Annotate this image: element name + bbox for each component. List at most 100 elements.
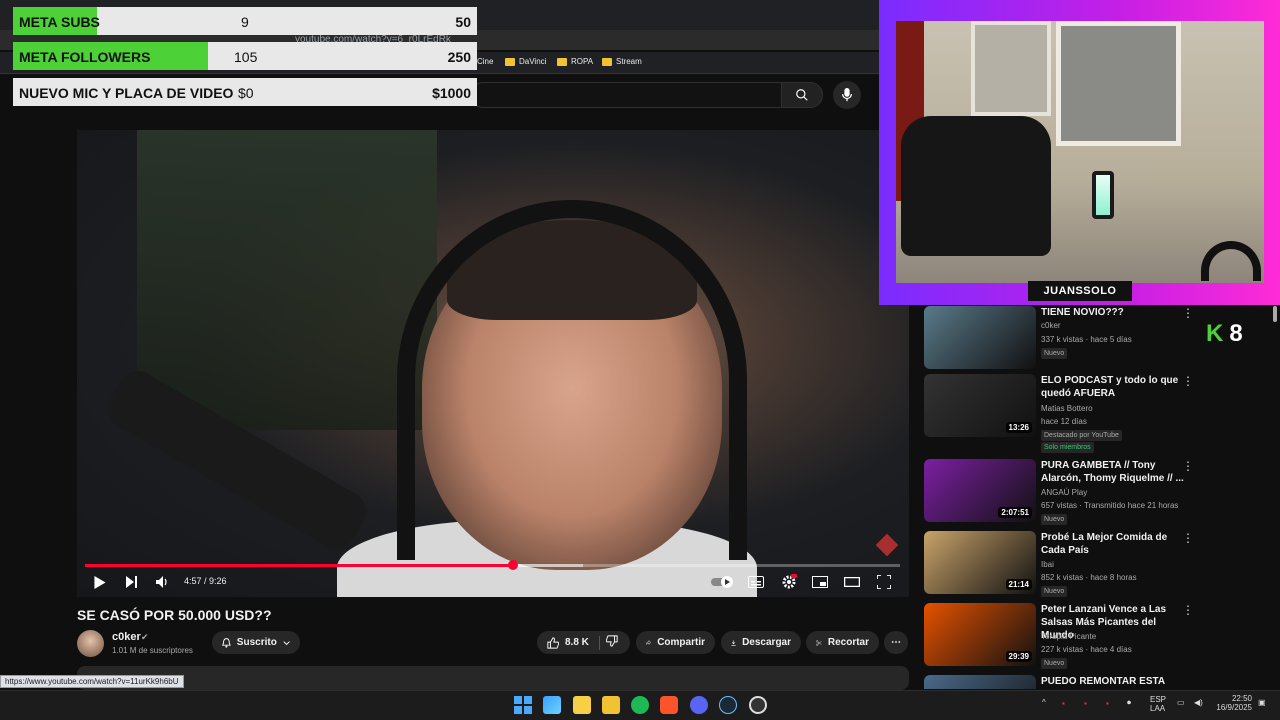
- spotify-icon[interactable]: [631, 696, 649, 714]
- volume-tray-icon[interactable]: ◀): [1194, 698, 1203, 707]
- tray-app-icon[interactable]: ▪: [1084, 699, 1087, 708]
- recommendation-thumbnail[interactable]: 21:14: [924, 531, 1036, 594]
- recommendation-channel[interactable]: Terapia Picante: [1041, 632, 1096, 641]
- recommendation-item[interactable]: 2:07:51 PURA GAMBETA // Tony Alarcón, Th…: [924, 459, 1264, 525]
- recommendation-menu-icon[interactable]: ⋮: [1182, 374, 1194, 388]
- description-box[interactable]: [77, 666, 909, 690]
- fullscreen-button[interactable]: [875, 572, 893, 592]
- channel-avatar[interactable]: [77, 630, 104, 657]
- recommendation-meta: hace 12 días: [1041, 417, 1087, 426]
- recommendation-meta: 227 k vistas · hace 4 días: [1041, 645, 1132, 654]
- recommendation-thumbnail[interactable]: 2:07:51: [924, 459, 1036, 522]
- recommendation-item[interactable]: 13:26 ELO PODCAST y todo lo que quedó AF…: [924, 374, 1264, 454]
- recommendation-title[interactable]: ELO PODCAST y todo lo que quedó AFUERA: [1041, 374, 1186, 400]
- notifications-icon[interactable]: ▣: [1258, 698, 1266, 707]
- scissors-icon: [816, 639, 822, 646]
- new-badge: Nuevo: [1041, 658, 1068, 669]
- goal-target: 250: [447, 49, 471, 65]
- side-widget: K 8: [1206, 320, 1243, 348]
- recommendation-channel[interactable]: ANGAÚ Play: [1041, 488, 1087, 497]
- folder-icon: [505, 57, 515, 66]
- subscriber-count: 1.01 M de suscriptores: [112, 646, 193, 655]
- recommendation-item[interactable]: 29:39 Peter Lanzani Vence a Las Salsas M…: [924, 603, 1264, 669]
- bookmark-davinci[interactable]: DaVinci: [505, 57, 546, 66]
- side-widget-number: 8: [1229, 320, 1243, 347]
- clock[interactable]: 22:50 16/9/2025: [1214, 694, 1252, 712]
- dislike-button[interactable]: [605, 635, 618, 650]
- tray-mic-icon[interactable]: ⏺: [1127, 698, 1131, 708]
- network-icon[interactable]: ▭: [1177, 698, 1185, 707]
- folder-icon: [602, 57, 612, 66]
- goal-bar-mic: NUEVO MIC Y PLACA DE VIDEO $0 $1000: [13, 78, 477, 106]
- like-divider: [598, 635, 600, 650]
- recommendation-thumbnail[interactable]: [924, 675, 1036, 689]
- search-input[interactable]: [470, 82, 782, 108]
- like-button[interactable]: 8.8 K: [547, 636, 589, 649]
- recommendation-thumbnail[interactable]: 13:26: [924, 374, 1036, 437]
- goal-name: META FOLLOWERS: [19, 49, 151, 65]
- tray-expand-icon[interactable]: ^: [1042, 698, 1046, 707]
- obs-icon[interactable]: [749, 696, 767, 714]
- recommendation-channel[interactable]: Matias Bottero: [1041, 404, 1093, 413]
- more-icon: ⋯: [891, 637, 901, 648]
- recommendation-meta: 852 k vistas · hace 8 horas: [1041, 573, 1137, 582]
- next-button[interactable]: [124, 572, 140, 592]
- goal-bar-followers: META FOLLOWERS 105 250: [13, 42, 477, 70]
- settings-button[interactable]: [780, 572, 798, 592]
- steam-icon[interactable]: [719, 696, 737, 714]
- bookmark-cine[interactable]: Cine: [477, 57, 493, 66]
- tray-app-icon[interactable]: ▪: [1106, 699, 1109, 708]
- duration-badge: 21:14: [1005, 579, 1032, 590]
- windows-start-icon[interactable]: [514, 696, 532, 714]
- volume-icon: [156, 576, 167, 588]
- theater-mode-button[interactable]: [843, 572, 861, 592]
- bookmark-ropa[interactable]: ROPA: [557, 57, 593, 66]
- recommendation-title[interactable]: PUEDO REMONTAR ESTA: [1041, 675, 1186, 688]
- recommendation-menu-icon[interactable]: ⋮: [1182, 459, 1194, 473]
- miniplayer-button[interactable]: [811, 572, 829, 592]
- sticky-notes-icon[interactable]: [573, 696, 591, 714]
- recommendation-channel[interactable]: Ibai: [1041, 560, 1054, 569]
- play-button[interactable]: [92, 572, 108, 592]
- voice-search-button[interactable]: [833, 81, 861, 109]
- discord-icon[interactable]: [690, 696, 708, 714]
- autoplay-toggle[interactable]: [710, 572, 736, 592]
- recommendation-title[interactable]: TIENE NOVIO???: [1041, 306, 1186, 319]
- tray-app-icon[interactable]: ▪: [1062, 699, 1065, 708]
- recommendation-item[interactable]: PUEDO REMONTAR ESTA: [924, 675, 1264, 689]
- recommendation-title[interactable]: PURA GAMBETA // Tony Alarcón, Thomy Riqu…: [1041, 459, 1186, 485]
- download-label: Descargar: [742, 637, 791, 648]
- brave-browser-icon[interactable]: [660, 696, 678, 714]
- bookmark-stream[interactable]: Stream: [602, 57, 642, 66]
- channel-name[interactable]: c0ker: [112, 631, 141, 643]
- side-widget-letter: K: [1206, 320, 1224, 347]
- recommendation-channel[interactable]: c0ker: [1041, 321, 1061, 330]
- video-player[interactable]: [77, 130, 909, 597]
- progress-scrubber[interactable]: [507, 560, 518, 570]
- more-actions-button[interactable]: ⋯: [884, 631, 908, 654]
- folder-icon: [557, 57, 567, 66]
- file-explorer-icon[interactable]: [602, 696, 620, 714]
- search-button[interactable]: [781, 82, 823, 108]
- recommendation-thumbnail[interactable]: 29:39: [924, 603, 1036, 666]
- recommendation-thumbnail[interactable]: [924, 306, 1036, 369]
- goal-target: 50: [455, 14, 471, 30]
- recommendation-menu-icon[interactable]: ⋮: [1182, 603, 1194, 617]
- subscribed-button[interactable]: Suscrito: [212, 631, 300, 654]
- recommendation-menu-icon[interactable]: ⋮: [1182, 531, 1194, 545]
- clip-button[interactable]: Recortar: [806, 631, 879, 654]
- photos-icon[interactable]: [543, 696, 561, 714]
- scrollbar[interactable]: [1272, 306, 1278, 681]
- language-indicator[interactable]: ESP LAA: [1150, 695, 1166, 713]
- share-button[interactable]: Compartir: [636, 631, 715, 654]
- like-count: 8.8 K: [565, 637, 589, 648]
- recommendation-item[interactable]: 21:14 Probé La Mejor Comida de Cada País…: [924, 531, 1264, 597]
- download-button[interactable]: Descargar: [721, 631, 801, 654]
- microphone-icon: [841, 88, 853, 102]
- recommendation-title[interactable]: Probé La Mejor Comida de Cada País: [1041, 531, 1186, 557]
- recommendation-menu-icon[interactable]: ⋮: [1182, 306, 1194, 320]
- video-frame-window: [137, 130, 437, 430]
- scrollbar-thumb[interactable]: [1273, 306, 1277, 322]
- captions-button[interactable]: [747, 572, 765, 592]
- volume-button[interactable]: [154, 572, 170, 592]
